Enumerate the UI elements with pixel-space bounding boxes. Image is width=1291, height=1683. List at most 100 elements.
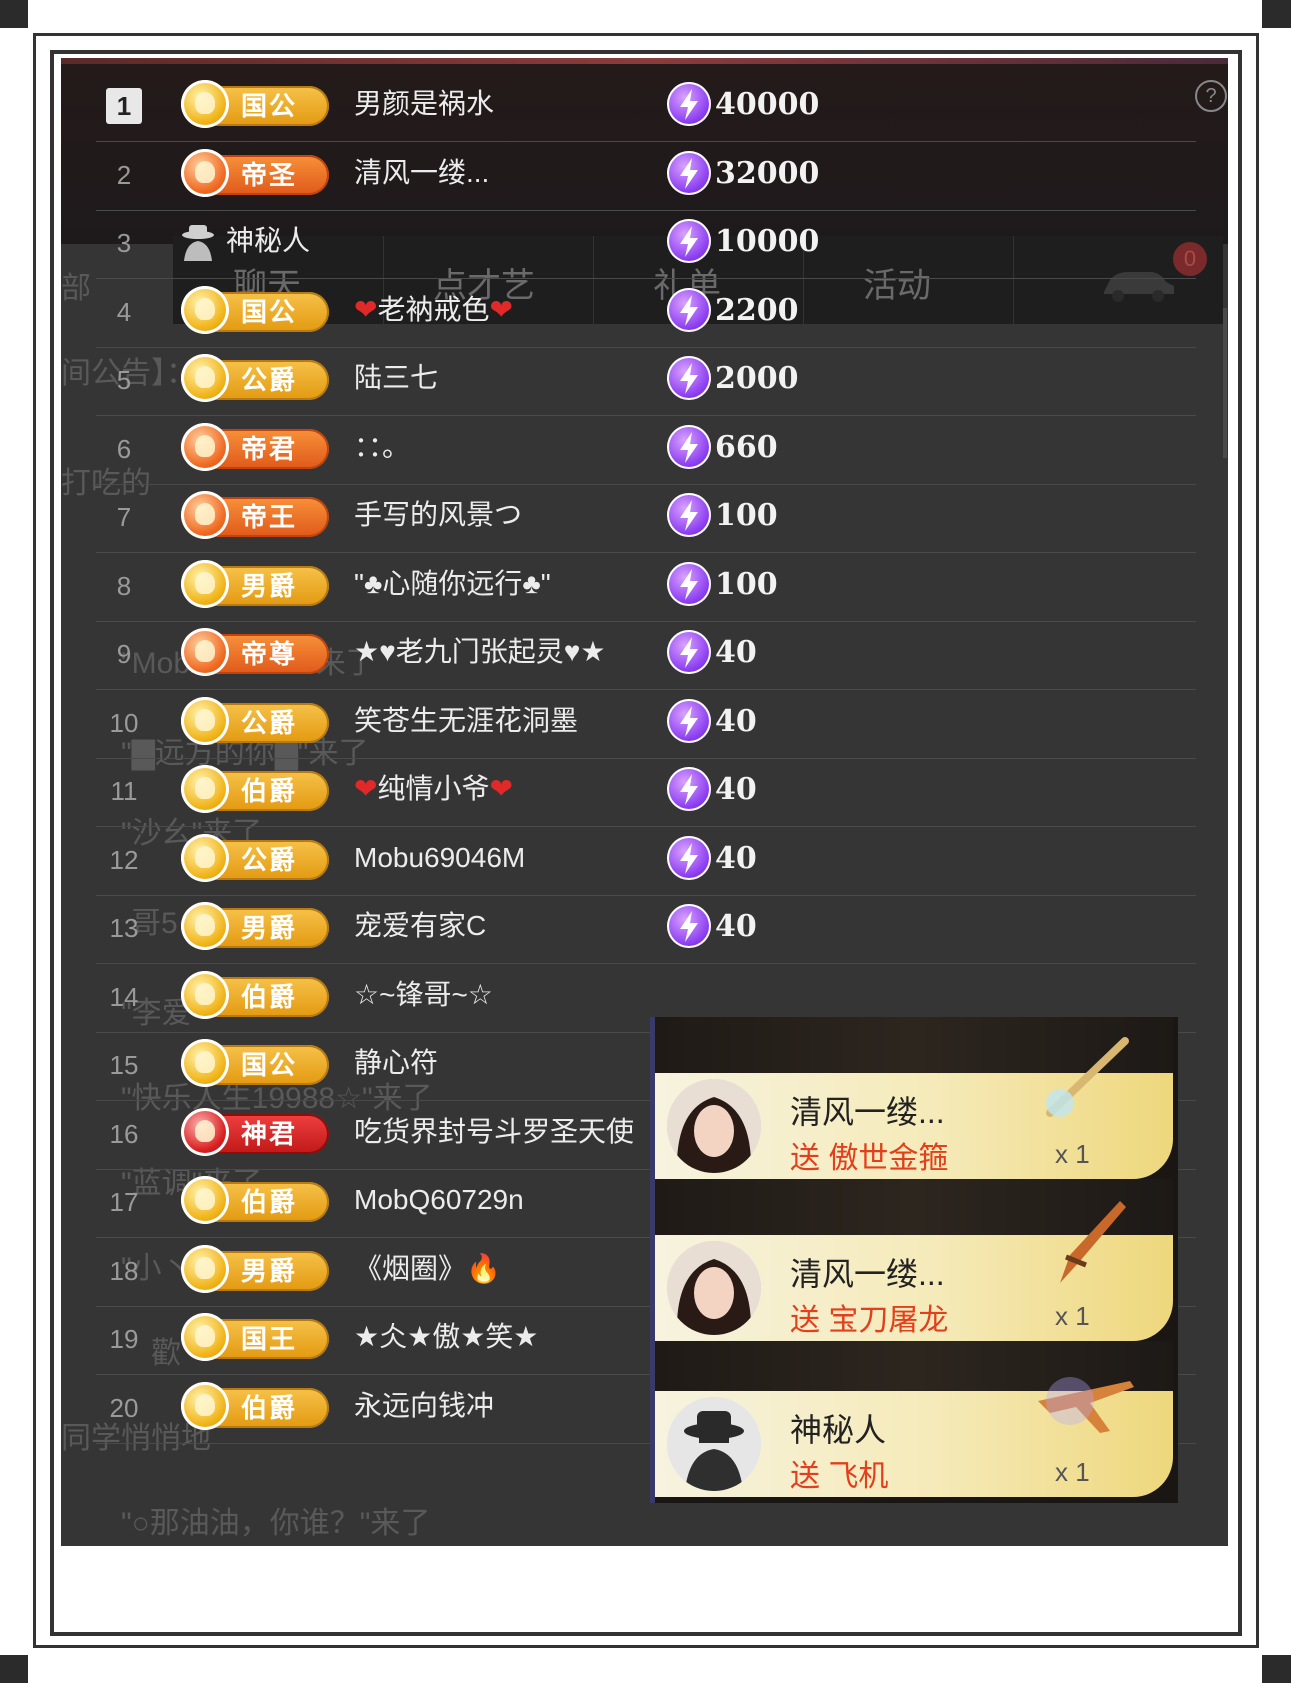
username[interactable]: 陆三七: [354, 358, 438, 398]
lightning-icon: [667, 150, 711, 195]
help-icon[interactable]: ?: [1195, 80, 1227, 112]
gift-description: 送 傲世金箍: [790, 1142, 949, 1175]
username[interactable]: MobQ60729n: [354, 1180, 524, 1220]
gift-notification: 清风一缕... 送 宝刀屠龙 x 1: [655, 1201, 1173, 1341]
score-value: 40: [715, 703, 757, 739]
username[interactable]: ❤老衲戒色❤: [354, 290, 513, 330]
background-chat-line: "○那油油，你谁？"来了: [121, 1507, 431, 1540]
rank-badge: 男爵: [181, 559, 331, 610]
crown-emblem-icon: [181, 354, 229, 402]
lightning-icon: [667, 835, 711, 880]
badge-title: 国公: [241, 296, 298, 327]
gift-quantity: x 1: [1055, 1457, 1090, 1487]
badge-title: 公爵: [241, 707, 298, 738]
badge-title: 男爵: [241, 1255, 298, 1286]
rank-number: 10: [109, 707, 139, 738]
badge-title: 男爵: [241, 913, 298, 943]
username[interactable]: ：：。: [354, 427, 410, 467]
crown-emblem-icon: [181, 1176, 229, 1224]
score-value: 10000: [715, 224, 820, 259]
rank-badge: 伯爵: [181, 970, 331, 1021]
username[interactable]: ❤纯情小爷❤: [354, 769, 513, 809]
username[interactable]: Mobu69046M: [354, 838, 525, 878]
crown-emblem-icon: [181, 1313, 229, 1361]
crown-emblem-icon: [181, 1244, 229, 1293]
rank-row[interactable]: 4 国公 ❤老衲戒色❤ 2200: [61, 274, 1196, 348]
username[interactable]: 手写的风景つ: [354, 495, 522, 535]
crown-emblem-icon: [181, 1039, 229, 1087]
badge-title: 帝尊: [241, 639, 298, 669]
username[interactable]: ★仌★傲★笑★: [354, 1317, 538, 1357]
username[interactable]: ★♥老九门张起灵♥★: [354, 632, 605, 672]
rank-badge: 国公: [181, 80, 331, 130]
rank-row[interactable]: 13 男爵 宠爱有家C 40: [61, 890, 1196, 964]
lightning-icon: [667, 493, 711, 537]
rank-number: 4: [116, 296, 132, 327]
lightning-icon: [667, 561, 711, 606]
score-value: 40: [715, 840, 757, 876]
rank-row[interactable]: 3 神秘人 10000: [61, 205, 1196, 279]
rank-number: 8: [116, 570, 132, 601]
rank-row[interactable]: 10 公爵 笑苍生无涯花洞墨 40: [61, 685, 1196, 759]
lightning-icon: [667, 219, 711, 263]
badge-title: 国王: [241, 1324, 298, 1354]
rank-row[interactable]: 8 男爵 "♣心随你远行♣" 100: [61, 548, 1196, 622]
username[interactable]: 神秘人: [226, 221, 310, 261]
badge-title: 男爵: [241, 570, 298, 601]
heart-icon: ❤: [354, 773, 378, 804]
badge-title: 国公: [241, 91, 298, 121]
username[interactable]: 永远向钱冲: [354, 1386, 494, 1426]
airplane-icon: [1038, 1377, 1134, 1433]
crown-emblem-icon: [181, 148, 229, 197]
username[interactable]: "♣心随你远行♣": [354, 564, 551, 604]
rank-row[interactable]: 11 伯爵 ❤纯情小爷❤ 40: [61, 753, 1196, 827]
rank-row[interactable]: 12 公爵 Mobu69046M 40: [61, 822, 1196, 896]
rank-badge: 伯爵: [181, 1381, 331, 1432]
rank-row[interactable]: 2 帝圣 清风一缕... 32000: [61, 137, 1196, 211]
rank-badge: 公爵: [181, 833, 331, 884]
rank-row[interactable]: 5 公爵 陆三七 2000: [61, 342, 1196, 416]
lightning-icon: [667, 630, 711, 674]
username[interactable]: 宠爱有家C: [354, 906, 486, 946]
crown-emblem-icon: [181, 80, 229, 128]
score-value: 32000: [715, 155, 820, 191]
rank-row[interactable]: 6 帝君 ：：。 660: [61, 411, 1196, 485]
crown-emblem-icon: [181, 559, 229, 608]
rank-badge: 男爵: [181, 902, 331, 952]
username[interactable]: 吃货界封号斗罗圣天使: [354, 1112, 634, 1152]
rank-badge: 公爵: [181, 354, 331, 404]
golden-staff-icon: [1046, 1037, 1129, 1117]
rank-row[interactable]: 9 帝尊 ★♥老九门张起灵♥★ 40: [61, 616, 1196, 690]
username[interactable]: 静心符: [354, 1043, 438, 1083]
rank-number: 15: [109, 1050, 139, 1080]
rank-badge: 帝尊: [181, 628, 331, 678]
badge-title: 国公: [241, 1050, 298, 1080]
rank-number: 17: [109, 1187, 139, 1217]
crown-emblem-icon: [181, 833, 229, 882]
rank-number: 11: [110, 776, 138, 806]
rank-row[interactable]: 7 帝王 手写的风景つ 100: [61, 479, 1196, 553]
rank-number: 5: [116, 365, 132, 395]
badge-title: 帝王: [241, 502, 298, 532]
corner-bottom-left: [0, 1655, 28, 1683]
badge-title: 伯爵: [241, 981, 298, 1012]
score-value: 100: [715, 498, 778, 533]
score-value: 40000: [715, 87, 820, 122]
crown-emblem-icon: [181, 902, 229, 950]
gift-sender: 清风一缕...: [790, 1094, 945, 1130]
username[interactable]: 《烟圈》🔥: [354, 1249, 501, 1289]
badge-title: 帝圣: [241, 159, 298, 190]
username[interactable]: ☆~锋哥~☆: [354, 975, 493, 1015]
rank-number: 3: [116, 228, 132, 258]
lightning-icon: [667, 698, 711, 743]
username[interactable]: 男颜是祸水: [354, 84, 494, 124]
heart-icon: ❤: [354, 293, 378, 325]
username[interactable]: 笑苍生无涯花洞墨: [354, 701, 578, 741]
score-value: 40: [715, 772, 757, 807]
rank-badge: 国王: [181, 1313, 331, 1363]
rank-number: 6: [116, 433, 132, 464]
username[interactable]: 清风一缕...: [354, 153, 489, 193]
scrollbar[interactable]: [1223, 308, 1227, 458]
avatar: [667, 1079, 761, 1173]
rank-row[interactable]: 1 国公 男颜是祸水 40000: [61, 68, 1196, 142]
